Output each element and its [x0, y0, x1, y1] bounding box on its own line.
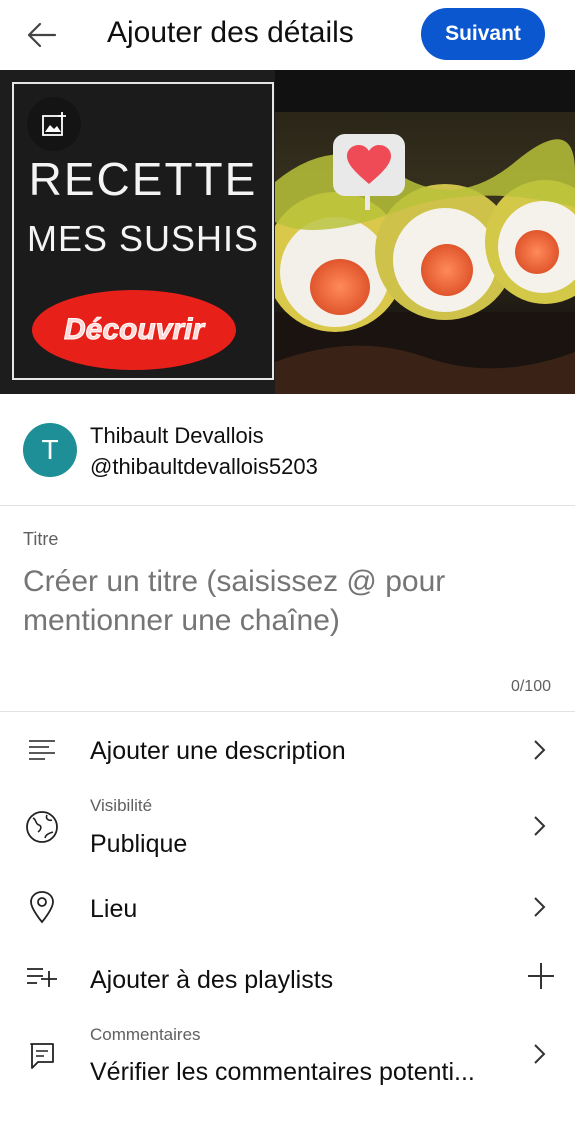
- add-thumbnail-button[interactable]: [27, 97, 81, 151]
- globe-icon: [24, 809, 60, 845]
- video-frame-image: [275, 112, 575, 394]
- add-to-playlists-label: Ajouter à des playlists: [90, 966, 334, 994]
- thumbnail-cta-text: Découvrir: [63, 313, 205, 347]
- page-title: Ajouter des détails: [107, 16, 354, 49]
- chevron-right-icon: [525, 736, 553, 764]
- title-char-counter: 0/100: [510, 678, 551, 695]
- add-to-playlists-row[interactable]: Ajouter à des playlists: [0, 946, 575, 1012]
- thumbnail-text-line1: RECETTE: [28, 153, 258, 205]
- top-app-bar: Ajouter des détails Suivant: [0, 0, 575, 70]
- channel-name: Thibault Devallois: [90, 423, 264, 448]
- chevron-right-icon: [525, 812, 553, 840]
- chevron-right-icon: [525, 893, 553, 921]
- comments-row[interactable]: Commentaires Vérifier les commentaires p…: [0, 1020, 575, 1098]
- add-image-icon: [42, 112, 66, 136]
- title-label: Titre: [23, 529, 59, 549]
- thumbnail-preview: RECETTE MES SUSHIS Découvrir: [0, 70, 575, 394]
- comments-value: Vérifier les commentaires potenti...: [90, 1058, 475, 1086]
- next-button[interactable]: Suivant: [421, 8, 545, 60]
- channel-info: T Thibault Devallois @thibaultdevallois5…: [0, 405, 575, 505]
- channel-handle: @thibaultdevallois5203: [90, 454, 318, 479]
- custom-thumbnail[interactable]: RECETTE MES SUSHIS Découvrir: [12, 82, 274, 380]
- back-button[interactable]: [18, 14, 66, 56]
- sushi-image: [275, 134, 575, 394]
- playlist-add-icon: [24, 958, 60, 994]
- location-label: Lieu: [90, 895, 138, 923]
- divider: [0, 505, 575, 506]
- add-description-label: Ajouter une description: [90, 737, 346, 765]
- add-description-row[interactable]: Ajouter une description: [0, 722, 575, 782]
- thumbnail-cta-badge: Découvrir: [32, 290, 236, 370]
- visibility-caption: Visibilité: [90, 796, 153, 815]
- title-input[interactable]: Créer un titre (saisissez @ pour mention…: [23, 562, 543, 640]
- plus-icon[interactable]: [525, 960, 557, 992]
- comments-caption: Commentaires: [90, 1025, 201, 1044]
- visibility-value: Publique: [90, 830, 188, 858]
- visibility-row[interactable]: Visibilité Publique: [0, 790, 575, 868]
- thumbnail-text-line2: MES SUSHIS: [26, 218, 260, 259]
- comment-icon: [24, 1038, 60, 1074]
- location-pin-icon: [24, 889, 60, 925]
- location-row[interactable]: Lieu: [0, 876, 575, 938]
- avatar: T: [23, 423, 77, 477]
- back-arrow-icon: [27, 22, 57, 48]
- description-lines-icon: [24, 732, 60, 768]
- chevron-right-icon: [525, 1040, 553, 1068]
- divider: [0, 711, 575, 712]
